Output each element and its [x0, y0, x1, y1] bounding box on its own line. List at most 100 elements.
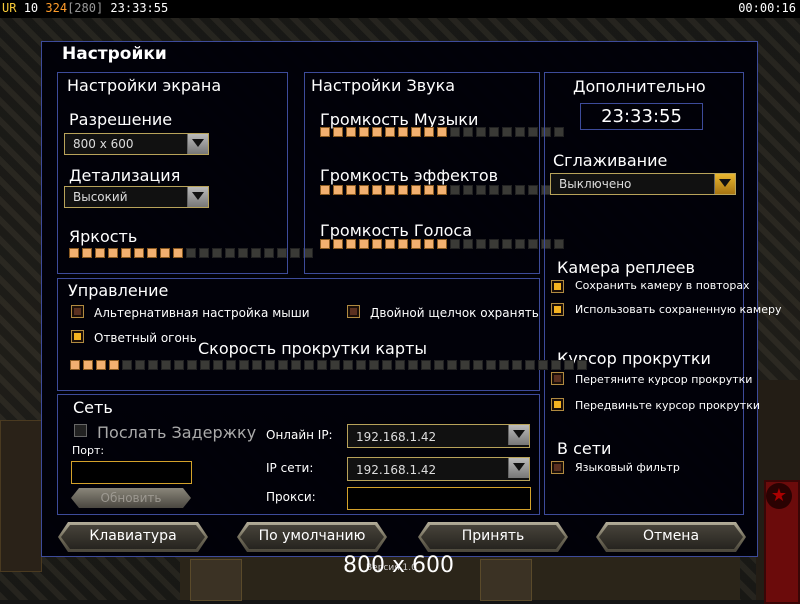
slider-segment[interactable] — [186, 248, 196, 258]
slider-segment[interactable] — [356, 360, 366, 370]
slider-segment[interactable] — [525, 360, 535, 370]
slider-segment[interactable] — [411, 127, 421, 137]
refresh-button[interactable]: Обновить — [71, 488, 191, 508]
slider-segment[interactable] — [385, 185, 395, 195]
use-saved-camera-checkbox[interactable] — [551, 303, 564, 316]
slider-segment[interactable] — [346, 185, 356, 195]
slider-segment[interactable] — [424, 127, 434, 137]
slider-segment[interactable] — [434, 360, 444, 370]
slider-segment[interactable] — [577, 360, 587, 370]
slider-segment[interactable] — [265, 360, 275, 370]
slider-segment[interactable] — [264, 248, 274, 258]
slider-segment[interactable] — [460, 360, 470, 370]
slider-segment[interactable] — [251, 248, 261, 258]
command-slot[interactable] — [190, 559, 242, 601]
slider-segment[interactable] — [346, 127, 356, 137]
slider-segment[interactable] — [411, 239, 421, 249]
slider-segment[interactable] — [502, 185, 512, 195]
slider-segment[interactable] — [290, 248, 300, 258]
slider-segment[interactable] — [122, 360, 132, 370]
return-fire-checkbox[interactable] — [71, 330, 84, 343]
chevron-down-icon[interactable] — [714, 174, 735, 194]
slider-segment[interactable] — [82, 248, 92, 258]
slider-segment[interactable] — [463, 239, 473, 249]
alt-mouse-checkbox[interactable] — [71, 305, 84, 318]
slider-segment[interactable] — [213, 360, 223, 370]
slider-segment[interactable] — [528, 127, 538, 137]
slider-segment[interactable] — [564, 360, 574, 370]
slider-segment[interactable] — [320, 185, 330, 195]
scroll-speed-slider[interactable] — [70, 360, 590, 370]
slider-segment[interactable] — [437, 185, 447, 195]
double-click-checkbox[interactable] — [347, 305, 360, 318]
slider-segment[interactable] — [421, 360, 431, 370]
slider-segment[interactable] — [320, 127, 330, 137]
slider-segment[interactable] — [489, 239, 499, 249]
slider-segment[interactable] — [447, 360, 457, 370]
slider-segment[interactable] — [528, 239, 538, 249]
slider-segment[interactable] — [333, 127, 343, 137]
slider-segment[interactable] — [161, 360, 171, 370]
slider-segment[interactable] — [304, 360, 314, 370]
keyboard-button[interactable]: Клавиатура — [58, 522, 208, 552]
slider-segment[interactable] — [528, 185, 538, 195]
slider-segment[interactable] — [382, 360, 392, 370]
slider-segment[interactable] — [476, 127, 486, 137]
save-camera-checkbox[interactable] — [551, 280, 564, 293]
slider-segment[interactable] — [411, 185, 421, 195]
slider-segment[interactable] — [502, 127, 512, 137]
slider-segment[interactable] — [317, 360, 327, 370]
slider-segment[interactable] — [372, 127, 382, 137]
slider-segment[interactable] — [134, 248, 144, 258]
slider-segment[interactable] — [437, 239, 447, 249]
slider-segment[interactable] — [160, 248, 170, 258]
slider-segment[interactable] — [333, 185, 343, 195]
slider-segment[interactable] — [408, 360, 418, 370]
slider-segment[interactable] — [95, 248, 105, 258]
voice-volume-slider[interactable] — [320, 239, 567, 249]
slider-segment[interactable] — [424, 185, 434, 195]
accept-button[interactable]: Принять — [418, 522, 568, 552]
slider-segment[interactable] — [291, 360, 301, 370]
chevron-down-icon[interactable] — [187, 134, 208, 154]
chevron-down-icon[interactable] — [508, 425, 529, 445]
defaults-button[interactable]: По умолчанию — [237, 522, 387, 552]
slider-segment[interactable] — [359, 239, 369, 249]
chevron-down-icon[interactable] — [508, 458, 529, 478]
slider-segment[interactable] — [83, 360, 93, 370]
slider-segment[interactable] — [212, 248, 222, 258]
slider-segment[interactable] — [372, 239, 382, 249]
slider-segment[interactable] — [502, 239, 512, 249]
drag-cursor-checkbox[interactable] — [551, 372, 564, 385]
brightness-slider[interactable] — [69, 248, 316, 258]
slider-segment[interactable] — [398, 185, 408, 195]
slider-segment[interactable] — [476, 185, 486, 195]
slider-segment[interactable] — [96, 360, 106, 370]
language-filter-checkbox[interactable] — [551, 461, 564, 474]
slider-segment[interactable] — [450, 127, 460, 137]
slider-segment[interactable] — [226, 360, 236, 370]
slider-segment[interactable] — [173, 248, 183, 258]
online-ip-dropdown[interactable]: 192.168.1.42 — [347, 424, 530, 448]
slider-segment[interactable] — [450, 185, 460, 195]
slider-segment[interactable] — [538, 360, 548, 370]
slider-segment[interactable] — [515, 239, 525, 249]
slider-segment[interactable] — [278, 360, 288, 370]
slider-segment[interactable] — [252, 360, 262, 370]
slider-segment[interactable] — [69, 248, 79, 258]
slider-segment[interactable] — [463, 127, 473, 137]
slider-segment[interactable] — [489, 127, 499, 137]
music-volume-slider[interactable] — [320, 127, 567, 137]
slider-segment[interactable] — [70, 360, 80, 370]
slider-segment[interactable] — [187, 360, 197, 370]
slider-segment[interactable] — [135, 360, 145, 370]
slider-segment[interactable] — [238, 248, 248, 258]
slider-segment[interactable] — [359, 185, 369, 195]
slider-segment[interactable] — [463, 185, 473, 195]
slider-segment[interactable] — [515, 127, 525, 137]
command-slot[interactable] — [480, 559, 532, 601]
slider-segment[interactable] — [385, 127, 395, 137]
slider-segment[interactable] — [476, 239, 486, 249]
slider-segment[interactable] — [486, 360, 496, 370]
effects-volume-slider[interactable] — [320, 185, 567, 195]
